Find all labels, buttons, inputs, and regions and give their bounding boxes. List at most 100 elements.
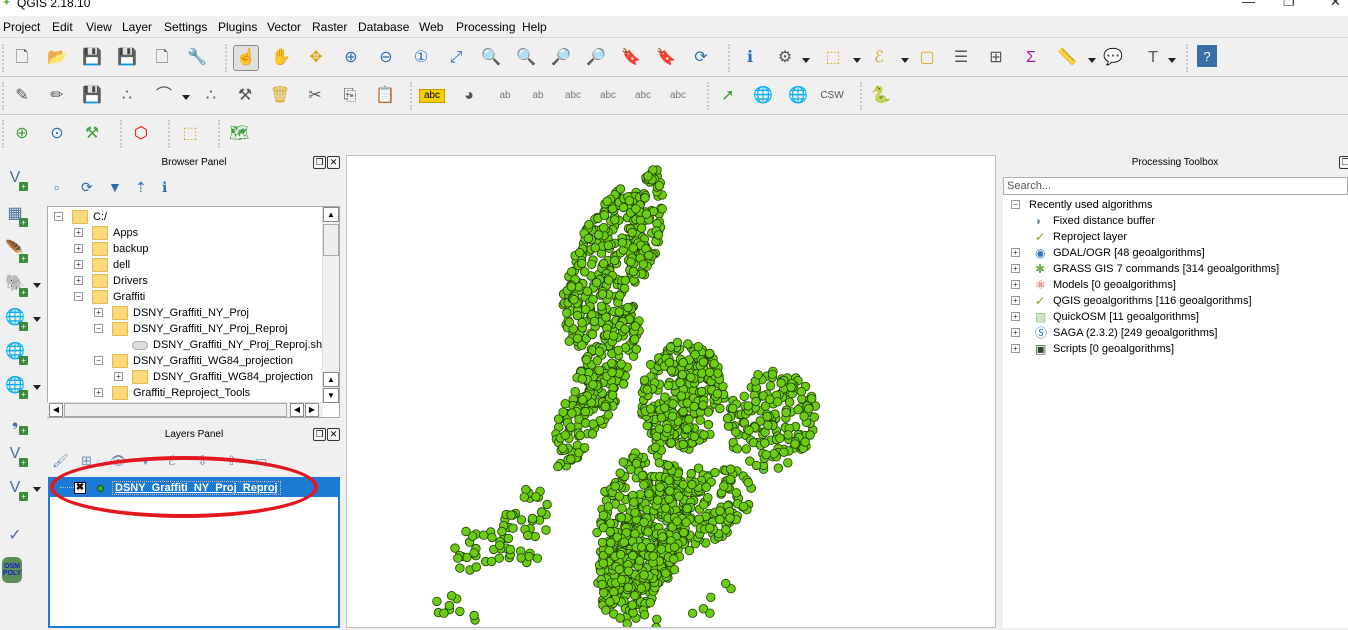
filter-icon[interactable]: ▼ xyxy=(108,179,122,195)
pan-to-selection-icon[interactable]: ✥ xyxy=(303,45,329,71)
save-layer-edits-icon[interactable]: 💾 xyxy=(79,83,105,109)
browser-tree[interactable]: − C:/ + Apps + backup + dell + Drivers − Graffiti + D… xyxy=(47,206,340,418)
select-by-expression-icon[interactable]: ℰ xyxy=(866,45,892,71)
dropdown-arrow-icon[interactable] xyxy=(901,58,909,63)
zoom-to-selection-icon[interactable]: 🔍 xyxy=(478,45,504,71)
browser-tree-item[interactable]: + Apps xyxy=(74,225,138,241)
dropdown-arrow-icon[interactable] xyxy=(182,95,190,100)
toggle-editing-icon[interactable]: ✏ xyxy=(44,83,70,109)
add-postgis-layer-icon[interactable]: 🐘 + xyxy=(2,271,28,297)
browser-tree-item[interactable]: DSNY_Graffiti_NY_Proj_Reproj.shp xyxy=(114,337,328,353)
browser-tree-item[interactable]: − DSNY_Graffiti_WG84_projection xyxy=(94,353,293,369)
properties-icon[interactable]: ℹ xyxy=(162,179,167,196)
menu-web[interactable]: Web xyxy=(419,20,443,34)
refresh-icon[interactable]: ⟳ xyxy=(81,179,93,196)
menu-processing[interactable]: Processing xyxy=(456,20,515,34)
toolbar-grip[interactable] xyxy=(2,82,5,110)
collapse-icon[interactable]: − xyxy=(94,356,103,365)
dropdown-arrow-icon[interactable] xyxy=(33,283,41,288)
show-bookmarks-icon[interactable]: 🔖 xyxy=(653,45,679,71)
browser-tree-item[interactable]: + DSNY_Graffiti_NY_Proj xyxy=(94,305,249,321)
dropdown-arrow-icon[interactable] xyxy=(1168,58,1176,63)
browser-hscrollbar[interactable]: ◀ ◀ ▶ xyxy=(47,402,323,417)
highlight-pinned-labels-icon[interactable]: ab xyxy=(492,83,518,109)
browser-tree-item[interactable]: + Graffiti_Reproject_Tools xyxy=(94,385,250,401)
browser-tree-item[interactable]: + dell xyxy=(74,257,130,273)
collapse-icon[interactable]: − xyxy=(1011,200,1020,209)
metasearch-add-icon[interactable]: 🌐 xyxy=(750,83,776,109)
toolbar-grip[interactable] xyxy=(225,44,228,72)
float-panel-button[interactable]: ❐ xyxy=(1339,156,1348,169)
menu-layer[interactable]: Layer xyxy=(122,20,152,34)
float-panel-button[interactable]: ❐ xyxy=(313,428,326,441)
toolbar-grip[interactable] xyxy=(2,44,5,72)
close-button[interactable]: ✕ xyxy=(1330,0,1341,10)
cut-features-icon[interactable]: ✂ xyxy=(302,83,328,109)
expand-icon[interactable]: + xyxy=(1011,280,1020,289)
select-features-icon[interactable]: ⬚ xyxy=(820,45,846,71)
dropdown-arrow-icon[interactable] xyxy=(33,317,41,322)
menu-edit[interactable]: Edit xyxy=(52,20,73,34)
identify-features-icon[interactable]: ℹ xyxy=(737,45,763,71)
browser-tree-item[interactable]: − Graffiti xyxy=(74,289,145,305)
quickosm-query-icon[interactable]: 🗺 xyxy=(226,121,252,147)
zoom-full-icon[interactable]: ⤢ xyxy=(443,45,469,71)
expand-icon[interactable]: + xyxy=(1011,248,1020,257)
change-label-icon[interactable]: abc xyxy=(665,83,691,109)
expand-icon[interactable]: + xyxy=(1011,344,1020,353)
toolbar-grip[interactable] xyxy=(218,120,221,148)
add-gps-layer-icon[interactable]: ⊕ xyxy=(9,121,35,147)
toolbar-grip[interactable] xyxy=(120,120,123,148)
add-feature-icon[interactable]: ∴ xyxy=(114,83,140,109)
add-wms-layer-icon[interactable]: 🌐 + xyxy=(2,305,28,331)
open-project-icon[interactable]: 📂 xyxy=(44,45,70,71)
toolbar-grip[interactable] xyxy=(410,82,413,110)
composer-manager-icon[interactable]: 🔧 xyxy=(184,45,210,71)
browser-tree-item[interactable]: − C:/ xyxy=(54,209,107,225)
topology-checker-icon[interactable]: ✓ xyxy=(2,523,28,549)
collapse-icon[interactable]: − xyxy=(94,324,103,333)
processing-tree[interactable]: − Recently used algorithms ◗ Fixed distance… xyxy=(1003,195,1348,628)
processing-search-input[interactable]: Search... xyxy=(1003,177,1348,195)
toolbar-grip[interactable] xyxy=(860,82,863,110)
new-shapefile-layer-icon[interactable]: V + xyxy=(2,475,28,501)
zoom-next-icon[interactable]: 🔎 xyxy=(583,45,609,71)
layer-labeling-icon[interactable]: abc xyxy=(419,89,445,103)
layer-diagram-icon[interactable]: ◕ xyxy=(456,83,482,109)
attribute-table-icon[interactable]: ☰ xyxy=(948,45,974,71)
show-hide-labels-icon[interactable]: abc xyxy=(560,83,586,109)
add-selected-layers-icon[interactable]: ▫ xyxy=(54,179,59,195)
zoom-to-layer-icon[interactable]: 🔍 xyxy=(513,45,539,71)
dropdown-arrow-icon[interactable] xyxy=(33,385,41,390)
close-panel-button[interactable]: ✕ xyxy=(327,428,340,441)
expand-icon[interactable]: + xyxy=(1011,264,1020,273)
pin-labels-icon[interactable]: ab xyxy=(525,83,551,109)
browser-tree-item[interactable]: + Drivers xyxy=(74,273,148,289)
statistical-summary-icon[interactable]: Σ xyxy=(1018,45,1044,71)
zoom-out-icon[interactable]: ⊖ xyxy=(373,45,399,71)
zoom-in-icon[interactable]: ⊕ xyxy=(338,45,364,71)
add-spatialite-layer-icon[interactable]: 🪶 + xyxy=(2,237,28,263)
menu-raster[interactable]: Raster xyxy=(312,20,347,34)
current-edits-icon[interactable]: ✎ xyxy=(9,83,35,109)
style-manager-icon[interactable]: 🖌 xyxy=(52,453,69,469)
expand-icon[interactable]: + xyxy=(1011,296,1020,305)
dropdown-arrow-icon[interactable] xyxy=(802,58,810,63)
browser-tree-item[interactable]: + DSNY_Graffiti_WG84_projection xyxy=(114,369,313,385)
add-circular-string-icon[interactable]: ⬡ xyxy=(128,121,154,147)
add-delimited-text-icon[interactable]: ❟ + xyxy=(2,409,28,435)
add-vector-layer-icon[interactable]: V + xyxy=(2,165,28,191)
field-calculator-icon[interactable]: ⊞ xyxy=(983,45,1009,71)
menu-help[interactable]: Help xyxy=(522,20,547,34)
map-canvas[interactable] xyxy=(346,155,996,630)
add-wfs-layer-icon[interactable]: 🌐 + xyxy=(2,373,28,399)
add-virtual-layer-icon[interactable]: V + xyxy=(2,441,28,467)
menu-vector[interactable]: Vector xyxy=(267,20,301,34)
browser-tree-item[interactable]: − DSNY_Graffiti_NY_Proj_Reproj xyxy=(94,321,287,337)
dropdown-arrow-icon[interactable] xyxy=(33,487,41,492)
toolbar-grip[interactable] xyxy=(707,82,710,110)
node-tool-alt-icon[interactable]: ⚒ xyxy=(232,83,258,109)
zoom-last-icon[interactable]: 🔎 xyxy=(548,45,574,71)
zoom-native-icon[interactable]: ① xyxy=(408,45,434,71)
new-print-composer-icon[interactable]: 🗋 xyxy=(149,45,175,71)
